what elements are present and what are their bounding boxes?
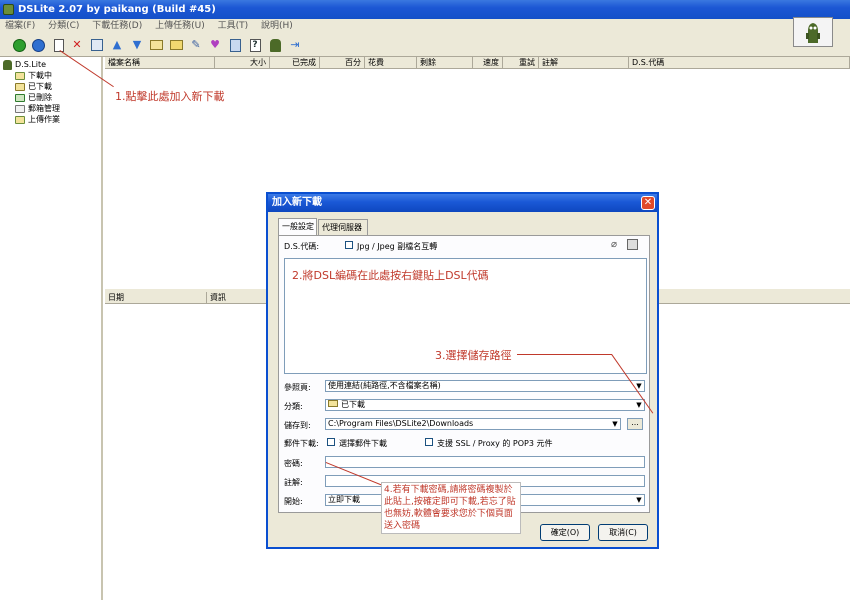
window-title-bar: DSLite 2.07 by paikang (Build #45) [0, 0, 850, 19]
col-percent[interactable]: 百分 [320, 57, 365, 69]
menu-tools[interactable]: 工具(T) [213, 19, 254, 33]
col-retry[interactable]: 重試 [503, 57, 539, 69]
referer-value: 使用連結(純路徑,不含檔案名稱) [328, 381, 441, 390]
menu-upload-tasks[interactable]: 上傳任務(U) [150, 19, 210, 33]
chevron-down-icon[interactable]: ▼ [634, 495, 644, 505]
annotation-step-3: 3.選擇儲存路徑 [435, 349, 512, 362]
menu-download-tasks[interactable]: 下載任務(D) [87, 19, 147, 33]
tab-proxy[interactable]: 代理伺服器 [318, 219, 368, 235]
exit-icon[interactable]: ⇥ [288, 38, 302, 52]
help-icon[interactable]: ? [248, 38, 262, 52]
dialog-title-bar: 加入新下載 ✕ [268, 194, 657, 212]
upload-folder-icon [15, 115, 25, 124]
ssl-checkbox[interactable] [425, 438, 433, 446]
start-icon[interactable] [12, 38, 26, 52]
password-label: 密碼: [284, 459, 303, 468]
category-tree: D.S.Lite 下載中 已下載 已刪除 郵箱管理 上傳作業 [0, 57, 103, 600]
toolbar: ✕ ▲ ▼ ✎ ♥ ? ⇥ [0, 33, 850, 57]
mail-download-checkbox[interactable] [327, 438, 335, 446]
edit-icon[interactable]: ✎ [189, 38, 203, 52]
tree-item-downloaded[interactable]: 已下載 [15, 81, 52, 92]
start-label: 開始: [284, 497, 303, 506]
annotation-step-1: 1.點擊此處加入新下載 [115, 90, 225, 103]
cancel-button[interactable]: 取消(C) [598, 524, 648, 541]
clipboard-icon[interactable] [228, 38, 242, 52]
menu-file[interactable]: 檔案(F) [0, 19, 40, 33]
tree-item-label: 郵箱管理 [28, 104, 60, 113]
chevron-down-icon[interactable]: ▼ [610, 419, 620, 429]
chevron-down-icon[interactable]: ▼ [634, 400, 644, 410]
downloading-folder-icon [15, 71, 25, 80]
col-completed[interactable]: 已完成 [270, 57, 320, 69]
start-value: 立即下載 [328, 495, 360, 504]
tree-root[interactable]: D.S.Lite [3, 59, 46, 70]
col-size[interactable]: 大小 [215, 57, 270, 69]
ok-button[interactable]: 確定(O) [540, 524, 590, 541]
referer-label: 參照頁: [284, 383, 311, 392]
tree-item-upload[interactable]: 上傳作業 [15, 114, 60, 125]
tree-root-label: D.S.Lite [15, 60, 47, 69]
menu-category[interactable]: 分類(C) [43, 19, 84, 33]
window-title: DSLite 2.07 by paikang (Build #45) [18, 4, 216, 15]
paste-icon[interactable] [627, 239, 638, 250]
mail-download-option: 選擇郵件下載 [339, 439, 387, 448]
browse-button[interactable]: ... [627, 418, 643, 430]
recycle-icon [15, 93, 25, 102]
tree-item-label: 下載中 [28, 71, 52, 80]
col-speed[interactable]: 速度 [473, 57, 503, 69]
save-path-select[interactable]: C:\Program Files\DSLite2\Downloads ▼ [325, 418, 621, 430]
mail-download-label: 郵件下載: [284, 439, 319, 448]
annotation-step-4: 4.若有下載密碼,請將密碼複製於此貼上,按確定即可下載,若忘了貼也無妨,軟體會要… [381, 482, 521, 534]
annotation-step-2: 2.將DSL編碼在此處按右鍵貼上DSL代碼 [292, 269, 489, 282]
mailbox-icon [15, 104, 25, 113]
app-icon [3, 4, 14, 15]
category-label: 分類: [284, 402, 303, 411]
category-select[interactable]: 已下載 ▼ [325, 399, 645, 411]
app-logo [793, 17, 833, 47]
save-to-label: 儲存到: [284, 421, 311, 430]
app-tree-icon [3, 59, 12, 70]
dialog-title: 加入新下載 [272, 197, 322, 208]
col-remaining[interactable]: 剩餘 [417, 57, 473, 69]
link-icon[interactable]: ♥ [208, 38, 222, 52]
downloaded-folder-icon [15, 82, 25, 91]
tree-item-mailbox[interactable]: 郵箱管理 [15, 103, 60, 114]
comment-label: 註解: [284, 478, 303, 487]
download-list-header: 檔案名稱 大小 已完成 百分 花費 剩餘 速度 重試 註解 D.S.代碼 [105, 57, 850, 69]
category-value: 已下載 [341, 400, 365, 409]
tree-item-downloading[interactable]: 下載中 [15, 70, 52, 81]
jpg-rename-checkbox[interactable] [345, 241, 353, 249]
properties-icon[interactable] [90, 38, 104, 52]
game-icon[interactable] [268, 38, 282, 52]
menu-bar: 檔案(F) 分類(C) 下載任務(D) 上傳任務(U) 工具(T) 說明(H) [0, 19, 850, 33]
tab-general[interactable]: 一般設定 [278, 218, 317, 235]
tree-item-label: 已刪除 [28, 93, 52, 102]
paperclip-icon[interactable]: ⌀ [611, 239, 617, 250]
save-path-value: C:\Program Files\DSLite2\Downloads [328, 419, 474, 428]
tree-item-label: 上傳作業 [28, 115, 60, 124]
tree-item-label: 已下載 [28, 82, 52, 91]
close-icon[interactable]: ✕ [641, 196, 655, 210]
folder-icon[interactable] [169, 38, 183, 52]
delete-icon[interactable]: ✕ [70, 38, 84, 52]
menu-help[interactable]: 說明(H) [256, 19, 298, 33]
password-input[interactable] [325, 456, 645, 468]
stop-icon[interactable] [31, 38, 45, 52]
col-comment[interactable]: 註解 [539, 57, 629, 69]
move-down-icon[interactable]: ▼ [130, 38, 144, 52]
tree-item-deleted[interactable]: 已刪除 [15, 92, 52, 103]
move-up-icon[interactable]: ▲ [110, 38, 124, 52]
col-ds-code[interactable]: D.S.代碼 [629, 57, 850, 69]
ds-code-label: D.S.代碼: [284, 242, 320, 251]
col-elapsed[interactable]: 花費 [365, 57, 417, 69]
col-date[interactable]: 日期 [105, 292, 207, 304]
annotation-arrow-3 [517, 354, 612, 355]
col-filename[interactable]: 檔案名稱 [105, 57, 215, 69]
referer-select[interactable]: 使用連結(純路徑,不含檔案名稱) ▼ [325, 380, 645, 392]
ssl-option: 支援 SSL / Proxy 的 POP3 元件 [437, 439, 553, 448]
folder-icon [328, 400, 338, 407]
jpg-rename-label: Jpg / Jpeg 副檔名互轉 [357, 242, 438, 251]
open-folder-icon[interactable] [149, 38, 163, 52]
